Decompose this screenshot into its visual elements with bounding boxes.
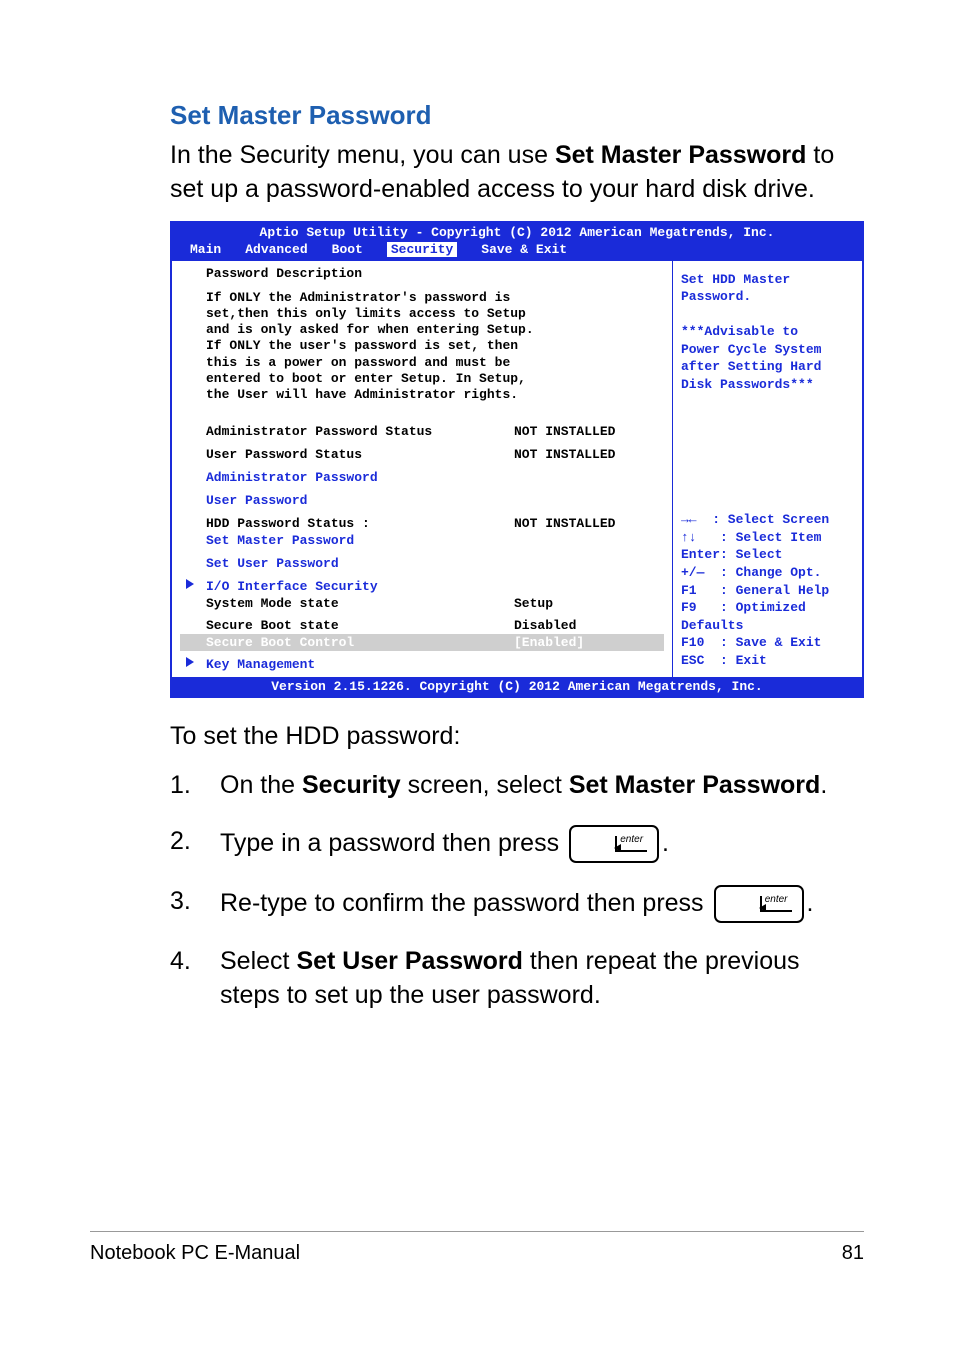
step-2: 2. Type in a password then press enter.	[170, 825, 864, 863]
step-text: On the	[220, 771, 302, 799]
step-3: 3. Re-type to confirm the password then …	[170, 885, 864, 923]
step-4: 4. Select Set User Password then repeat …	[170, 945, 864, 1013]
bios-footer: Version 2.15.1226. Copyright (C) 2012 Am…	[172, 677, 862, 696]
bios-system-mode-label: System Mode state	[206, 596, 514, 611]
bios-desc-line: set,then this only limits access to Setu…	[206, 306, 664, 322]
bios-tab-advanced[interactable]: Advanced	[245, 242, 307, 257]
bios-admin-status-value: NOT INSTALLED	[514, 424, 664, 439]
step-number: 2.	[170, 825, 220, 863]
step-number: 4.	[170, 945, 220, 1013]
bios-secure-boot-state-value: Disabled	[514, 618, 664, 633]
bios-secure-boot-state-label: Secure Boot state	[206, 618, 514, 633]
step-text: Select	[220, 947, 296, 975]
step-text: Type in a password then press	[220, 829, 566, 857]
bios-secure-boot-control-value[interactable]: [Enabled]	[514, 635, 664, 650]
bios-tab-main[interactable]: Main	[190, 242, 221, 257]
step-bold: Set Master Password	[569, 771, 821, 799]
step-text: .	[820, 771, 827, 799]
bios-hdd-status-value: NOT INSTALLED	[514, 516, 664, 531]
step-1: 1. On the Security screen, select Set Ma…	[170, 769, 864, 803]
footer-left: Notebook PC E-Manual	[90, 1242, 300, 1265]
bios-secure-boot-control-label[interactable]: Secure Boot Control	[206, 635, 514, 650]
bios-help-bottom: →← : Select Screen ↑↓ : Select Item Ente…	[681, 511, 854, 669]
bios-tab-save-exit[interactable]: Save & Exit	[481, 242, 567, 257]
bios-hdd-status-label: HDD Password Status :	[206, 516, 514, 531]
bios-desc-line: If ONLY the user's password is set, then	[206, 338, 664, 354]
enter-key-icon: enter	[569, 825, 659, 863]
bios-tab-security[interactable]: Security	[387, 242, 457, 257]
bios-user-status-value: NOT INSTALLED	[514, 447, 664, 462]
intro-paragraph: In the Security menu, you can use Set Ma…	[170, 139, 864, 207]
section-heading: Set Master Password	[170, 100, 864, 131]
bios-tabs: Main Advanced Boot Security Save & Exit	[172, 242, 862, 261]
bios-title: Aptio Setup Utility - Copyright (C) 2012…	[172, 223, 862, 242]
bios-left-panel: Password Description If ONLY the Adminis…	[172, 261, 672, 678]
step-bold: Security	[302, 771, 401, 799]
step-text: screen, select	[401, 771, 569, 799]
bios-help-top: Set HDD Master Password. ***Advisable to…	[681, 271, 854, 394]
enter-key-label: enter	[620, 833, 643, 847]
intro-pre: In the Security menu, you can use	[170, 141, 555, 169]
step-text: .	[807, 889, 814, 917]
bios-desc-line: and is only asked for when entering Setu…	[206, 322, 664, 338]
bios-admin-password[interactable]: Administrator Password	[206, 470, 664, 485]
bios-io-interface-security[interactable]: I/O Interface Security	[206, 579, 664, 594]
bios-desc-line: the User will have Administrator rights.	[206, 387, 664, 403]
bios-user-status-label: User Password Status	[206, 447, 514, 462]
bios-system-mode-value: Setup	[514, 596, 664, 611]
after-bios-text: To set the HDD password:	[170, 722, 864, 751]
arrow-icon	[186, 657, 194, 667]
step-number: 1.	[170, 769, 220, 803]
bios-desc-heading: Password Description	[206, 266, 664, 281]
step-text: .	[662, 829, 669, 857]
bios-admin-status-label: Administrator Password Status	[206, 424, 514, 439]
enter-key-icon: enter	[714, 885, 804, 923]
bios-set-master-password[interactable]: Set Master Password	[206, 533, 664, 548]
footer-right: 81	[842, 1242, 864, 1265]
arrow-icon	[186, 579, 194, 589]
bios-screenshot: Aptio Setup Utility - Copyright (C) 2012…	[170, 221, 864, 699]
bios-tab-boot[interactable]: Boot	[332, 242, 363, 257]
bios-right-panel: Set HDD Master Password. ***Advisable to…	[672, 261, 862, 678]
page-footer: Notebook PC E-Manual 81	[90, 1231, 864, 1265]
bios-desc-line: If ONLY the Administrator's password is	[206, 290, 664, 306]
intro-bold: Set Master Password	[555, 141, 807, 169]
bios-user-password[interactable]: User Password	[206, 493, 664, 508]
enter-key-label: enter	[765, 893, 788, 907]
bios-desc-line: this is a power on password and must be	[206, 355, 664, 371]
step-bold: Set User Password	[296, 947, 523, 975]
bios-set-user-password[interactable]: Set User Password	[206, 556, 664, 571]
bios-desc-line: entered to boot or enter Setup. In Setup…	[206, 371, 664, 387]
step-text: Re-type to confirm the password then pre…	[220, 889, 711, 917]
bios-key-management[interactable]: Key Management	[206, 657, 664, 672]
step-number: 3.	[170, 885, 220, 923]
